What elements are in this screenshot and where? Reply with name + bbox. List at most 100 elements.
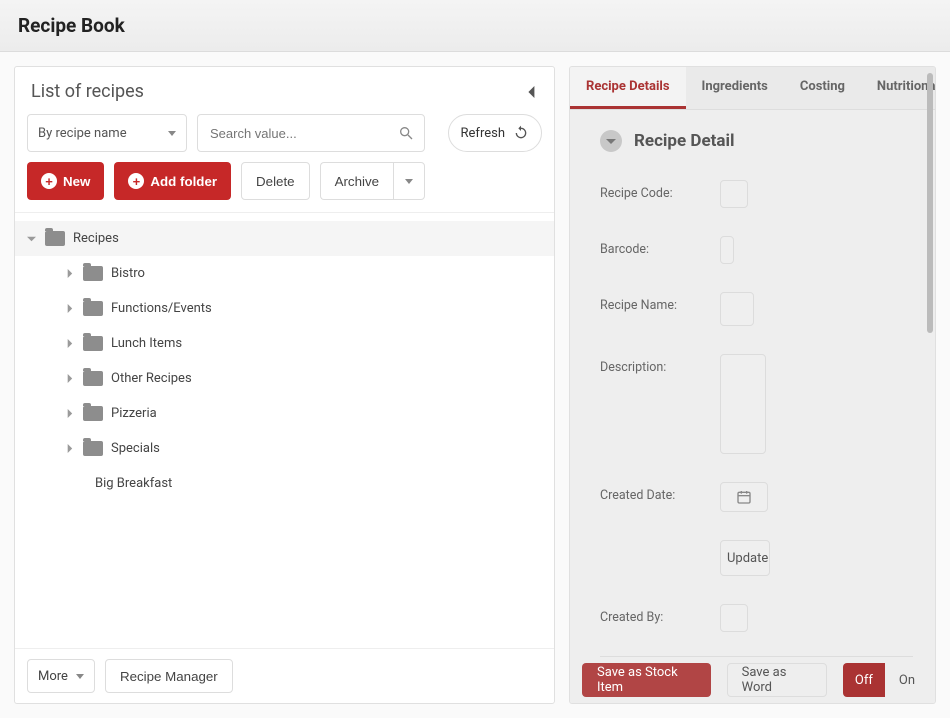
expand-icon[interactable] bbox=[63, 269, 75, 278]
tree-item-label: Lunch Items bbox=[111, 336, 182, 351]
recipe-manager-button[interactable]: Recipe Manager bbox=[105, 659, 233, 693]
section-title: Recipe Detail bbox=[634, 131, 734, 151]
expand-icon[interactable] bbox=[63, 409, 75, 418]
add-folder-label: Add folder bbox=[150, 174, 217, 189]
save-word-button[interactable]: Save as Word bbox=[727, 663, 827, 697]
label-description: Description: bbox=[600, 354, 720, 375]
toggle-on: On bbox=[885, 663, 923, 697]
tree-item-file[interactable]: Big Breakfast bbox=[15, 466, 554, 501]
input-created-by[interactable] bbox=[720, 604, 748, 632]
folder-icon bbox=[45, 231, 65, 246]
delete-button[interactable]: Delete bbox=[241, 162, 310, 200]
list-footer: More Recipe Manager bbox=[15, 648, 554, 703]
tree-root[interactable]: Recipes bbox=[15, 221, 554, 256]
section-header: Recipe Detail bbox=[570, 110, 935, 162]
tree-folder[interactable]: Bistro bbox=[15, 256, 554, 291]
details-tabs: Recipe Details Ingredients Costing Nutri… bbox=[570, 67, 935, 110]
tree-item-label: Pizzeria bbox=[111, 406, 157, 421]
list-panel: List of recipes By recipe name bbox=[14, 66, 555, 704]
refresh-button[interactable]: Refresh bbox=[448, 114, 542, 152]
add-folder-button[interactable]: + Add folder bbox=[114, 162, 231, 200]
input-recipe-name[interactable] bbox=[720, 292, 754, 326]
expand-icon[interactable] bbox=[63, 444, 75, 453]
expand-icon[interactable] bbox=[63, 374, 75, 383]
main-body: List of recipes By recipe name bbox=[0, 52, 950, 718]
tree-root-label: Recipes bbox=[73, 231, 119, 246]
page-header: Recipe Book bbox=[0, 0, 950, 52]
tab-ingredients[interactable]: Ingredients bbox=[686, 67, 784, 109]
refresh-icon bbox=[513, 125, 529, 141]
plus-icon: + bbox=[41, 173, 57, 189]
input-barcode[interactable] bbox=[720, 236, 734, 264]
tab-recipe-details[interactable]: Recipe Details bbox=[570, 67, 686, 109]
archive-button[interactable]: Archive bbox=[320, 162, 393, 200]
label-created-by: Created By: bbox=[600, 604, 720, 625]
folder-icon bbox=[83, 336, 103, 351]
tree-folder[interactable]: Lunch Items bbox=[15, 326, 554, 361]
folder-icon bbox=[83, 406, 103, 421]
list-header: List of recipes bbox=[15, 67, 554, 110]
row-update: Update bbox=[600, 526, 913, 590]
tree-item-label: Specials bbox=[111, 441, 160, 456]
label-barcode: Barcode: bbox=[600, 236, 720, 257]
tree-item-label: Other Recipes bbox=[111, 371, 192, 386]
tree-folder[interactable]: Functions/Events bbox=[15, 291, 554, 326]
list-title: List of recipes bbox=[31, 81, 144, 102]
row-created-date: Created Date: bbox=[600, 468, 913, 526]
new-button-label: New bbox=[63, 174, 90, 189]
filter-select-label: By recipe name bbox=[38, 126, 127, 141]
scrollbar[interactable] bbox=[927, 73, 933, 333]
details-panel: Recipe Details Ingredients Costing Nutri… bbox=[569, 66, 936, 704]
archive-button-group: Archive bbox=[320, 162, 425, 200]
collapse-left-icon[interactable] bbox=[526, 86, 538, 98]
new-button[interactable]: + New bbox=[27, 162, 104, 200]
tree-folder[interactable]: Specials bbox=[15, 431, 554, 466]
details-form: Recipe Code: Barcode: Recipe Name: Descr… bbox=[570, 162, 935, 657]
folder-icon bbox=[83, 441, 103, 456]
label-recipe-name: Recipe Name: bbox=[600, 292, 720, 313]
more-button[interactable]: More bbox=[27, 659, 95, 693]
expand-icon[interactable] bbox=[25, 234, 37, 243]
expand-icon[interactable] bbox=[63, 339, 75, 348]
input-description[interactable] bbox=[720, 354, 766, 454]
tree-item-label: Functions/Events bbox=[111, 301, 212, 316]
save-stock-button[interactable]: Save as Stock Item bbox=[582, 663, 711, 697]
row-recipe-code: Recipe Code: bbox=[600, 166, 913, 222]
date-picker-button[interactable] bbox=[720, 482, 768, 512]
folder-icon bbox=[83, 371, 103, 386]
update-label: Update bbox=[727, 551, 768, 566]
row-barcode: Barcode: bbox=[600, 222, 913, 278]
calendar-icon bbox=[736, 489, 752, 505]
input-recipe-code[interactable] bbox=[720, 180, 748, 208]
chevron-down-icon bbox=[168, 131, 176, 136]
more-label: More bbox=[38, 669, 68, 684]
page-title: Recipe Book bbox=[18, 14, 125, 37]
active-toggle[interactable]: Off On bbox=[843, 663, 923, 697]
app-root: Recipe Book List of recipes By recipe na… bbox=[0, 0, 950, 718]
tree-folder[interactable]: Other Recipes bbox=[15, 361, 554, 396]
row-created-by: Created By: bbox=[600, 590, 913, 646]
folder-icon bbox=[83, 301, 103, 316]
folder-icon bbox=[83, 266, 103, 281]
plus-icon: + bbox=[128, 173, 144, 189]
filter-select[interactable]: By recipe name bbox=[27, 114, 187, 152]
tree-item-label: Bistro bbox=[111, 266, 145, 281]
search-input[interactable] bbox=[208, 125, 388, 142]
tab-nutritional[interactable]: Nutritional I bbox=[861, 67, 935, 109]
row-description: Description: bbox=[600, 340, 913, 468]
tree-folder[interactable]: Pizzeria bbox=[15, 396, 554, 431]
tree-file-label: Big Breakfast bbox=[95, 476, 172, 491]
details-bottom-bar: Save as Stock Item Save as Word Off On bbox=[570, 657, 935, 703]
tab-costing[interactable]: Costing bbox=[784, 67, 861, 109]
label-created-date: Created Date: bbox=[600, 482, 720, 503]
row-recipe-name: Recipe Name: bbox=[600, 278, 913, 340]
toggle-off: Off bbox=[843, 663, 885, 697]
expand-icon[interactable] bbox=[63, 304, 75, 313]
search-icon[interactable] bbox=[388, 115, 424, 151]
archive-dropdown[interactable] bbox=[393, 162, 425, 200]
section-toggle-icon[interactable] bbox=[600, 130, 622, 152]
label-recipe-code: Recipe Code: bbox=[600, 180, 720, 201]
refresh-label: Refresh bbox=[461, 126, 505, 141]
chevron-down-icon bbox=[76, 674, 84, 679]
update-button[interactable]: Update bbox=[720, 540, 770, 576]
